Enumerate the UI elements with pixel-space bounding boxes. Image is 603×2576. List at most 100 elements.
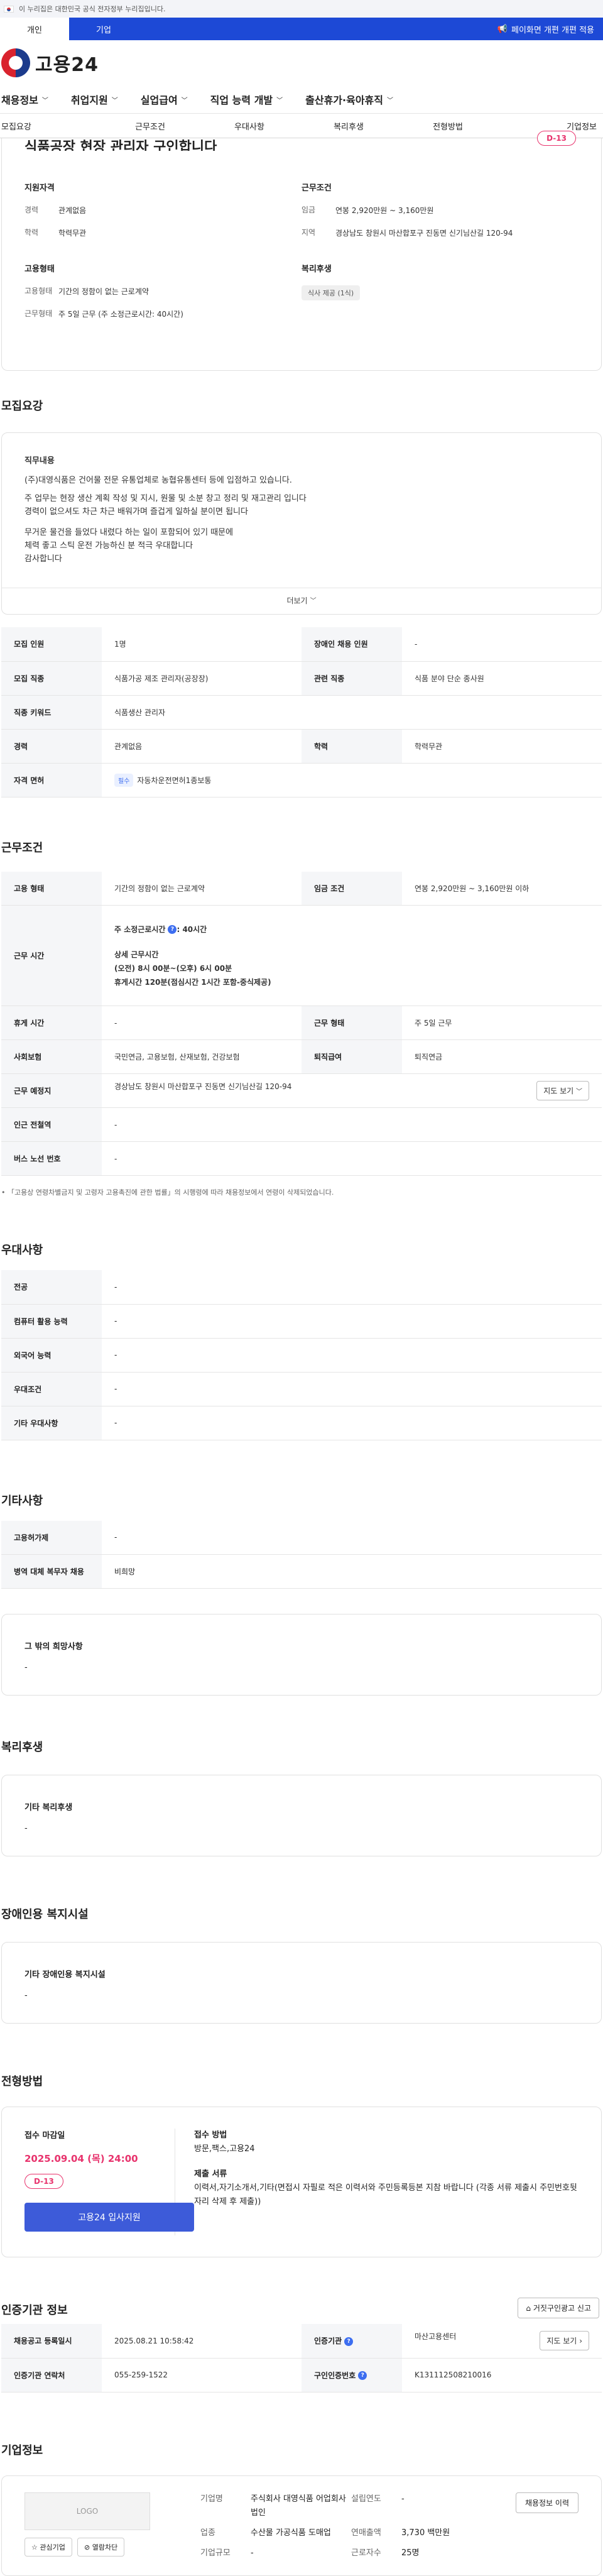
staff-label: 근로자수 <box>351 2548 381 2558</box>
tab-company[interactable]: 기업 <box>69 18 138 40</box>
career-label: 경력 <box>24 206 39 214</box>
cell-value: 식품가공 제조 관리자(공장장) <box>102 661 302 696</box>
welfare-summary-block: 복리후생 식사 제공 (1식) <box>302 262 579 331</box>
apply-button[interactable]: 고용24 입사지원 <box>24 2203 194 2232</box>
cell-value: 1명 <box>102 627 302 662</box>
main-nav: 채용정보 ﹀ 취업지원 ﹀ 실업급여 ﹀ 직업 능력 개발 ﹀ 출산휴가·육아휴직 ﹀ <box>0 85 603 113</box>
cell-header: 버스 노선 번호 <box>1 1141 102 1176</box>
section-title-work: 근무조건 <box>1 841 43 855</box>
cell-value: - <box>102 1520 602 1555</box>
report-fake-ad-button[interactable]: ⌂ 거짓구인광고 신고 <box>518 2298 599 2318</box>
job-summary-card: 식품공장 현장 관리자 구인합니다 D-13 지원자격 경력 관계없음 학력 학력무… <box>1 131 602 371</box>
table-row: 모집 인원 1명 장애인 채용 인원 - <box>1 627 602 662</box>
cell-value: - <box>102 1338 602 1373</box>
cell-value: 식품생산 관리자 <box>102 695 602 730</box>
process-card: 접수 마감일 2025.09.04 (목) 24:00 D-13 고용24 입사… <box>1 2107 602 2257</box>
disabled-facility-label: 기타 장애인용 복지시설 <box>24 1970 106 1980</box>
star-icon: ☆ <box>31 2543 38 2551</box>
cell-value: - <box>102 1406 602 1440</box>
method-label: 접수 방법 <box>194 2130 227 2140</box>
docs-label: 제출 서류 <box>194 2169 227 2179</box>
section-title-etc: 기타사항 <box>1 1494 43 1508</box>
nav-skill-development[interactable]: 직업 능력 개발 ﹀ <box>210 92 283 107</box>
agency-cell: 마산고용센터 지도 보기 › <box>402 2324 602 2359</box>
cell-value: - <box>102 1372 602 1406</box>
age-notice: • 「고용상 연령차별금지 및 고령자 고용촉진에 관한 법률」의 시행령에 따… <box>1 1188 334 1197</box>
nav-employment-support[interactable]: 취업지원 ﹀ <box>71 92 118 107</box>
gov-banner-text: 이 누리집은 대한민국 공식 전자정부 누리집입니다. <box>19 5 166 13</box>
more-label: 더보기 <box>286 596 308 605</box>
cell-value: - <box>402 627 602 662</box>
staff-value: 25명 <box>401 2548 420 2558</box>
info-icon[interactable]: ? <box>358 2371 367 2380</box>
cell-value: - <box>102 1141 602 1176</box>
employment-type-value: 기간의 정함이 없는 근로계약 <box>58 287 149 296</box>
cert-header: 인증기관 정보 ⌂ 거짓구인광고 신고 <box>0 2298 603 2324</box>
cell-header: 고용 형태 <box>1 871 102 906</box>
map-button[interactable]: 지도 보기 ﹀ <box>536 1081 589 1100</box>
cell-header: 병역 대체 복무자 채용 <box>1 1554 102 1589</box>
favorite-label: 관심기업 <box>40 2543 65 2551</box>
anchor-company[interactable]: 기업정보 <box>497 120 603 132</box>
section-title-company: 기업정보 <box>1 2443 43 2457</box>
license-value: 자동차운전면허1종보통 <box>137 776 212 785</box>
table-row: 인증기관 연락처 055-259-1522 구인인증번호? K131112508210… <box>1 2358 602 2392</box>
chevron-down-icon: ﹀ <box>41 97 48 104</box>
section-title-cert: 인증기관 정보 <box>1 2304 68 2317</box>
cell-value: 연봉 2,920만원 ~ 3,160만원 이하 <box>402 871 602 906</box>
info-icon[interactable]: ? <box>168 925 177 934</box>
welfare-card: 기타 복리후생 - <box>1 1775 602 1856</box>
anchor-welfare[interactable]: 복리후생 <box>299 120 398 132</box>
info-icon[interactable]: ? <box>344 2337 354 2346</box>
nav-label: 직업 능력 개발 <box>210 94 273 106</box>
anchor-process[interactable]: 전형방법 <box>398 120 497 132</box>
method-block: 접수 방법 방문,팩스,고용24 제출 서류 이력서,자기소개서,기타(면접시 … <box>175 2129 579 2235</box>
cell-value: 국민연금, 고용보험, 산재보험, 건강보험 <box>102 1039 302 1074</box>
deadline-value: 2025.09.04 (목) 24:00 <box>24 2153 138 2164</box>
table-row: 우대조건 - <box>1 1372 602 1406</box>
cell-header: 휴게 시간 <box>1 1006 102 1040</box>
dday-badge: D-13 <box>537 131 576 146</box>
block-view-button[interactable]: ⊘ 열람차단 <box>77 2537 125 2557</box>
dday-badge: D-13 <box>24 2174 63 2189</box>
table-row: 근무 시간 주 소정근로시간?: 40시간 상세 근무시간 (오전) 8시 00… <box>1 905 602 1006</box>
education-label: 학력 <box>24 228 39 237</box>
cell-header: 학력 <box>302 729 402 764</box>
taegeuk-logo-icon <box>1 48 30 77</box>
duty-line: (주)대영식품은 건어물 전문 유통업체로 농협유통센터 등에 입점하고 있습니… <box>24 476 292 485</box>
cell-header: 퇴직급여 <box>302 1039 402 1074</box>
tab-personal[interactable]: 개인 <box>0 18 69 40</box>
section-title-process: 전형방법 <box>1 2075 43 2088</box>
cell-value: 퇴직연금 <box>402 1039 602 1074</box>
more-button[interactable]: 더보기 ﹀ <box>2 588 601 614</box>
wage-label: 임금 <box>302 206 316 214</box>
industry-value: 수산물 가공식품 도매업 <box>251 2528 331 2538</box>
anchor-preferences[interactable]: 우대사항 <box>200 120 299 132</box>
nav-parental-leave[interactable]: 출산휴가·육아휴직 ﹀ <box>305 92 393 107</box>
chevron-down-icon: ﹀ <box>276 97 283 104</box>
nav-unemployment-benefit[interactable]: 실업급여 ﹀ <box>141 92 188 107</box>
site-logo[interactable]: 고용24 <box>0 40 603 85</box>
hiring-history-button[interactable]: 채용정보 이력 <box>515 2492 579 2513</box>
section-title-welfare: 복리후생 <box>1 1741 43 1754</box>
welfare-pill: 식사 제공 (1식) <box>302 285 361 300</box>
table-row: 외국어 능력 - <box>1 1338 602 1373</box>
nav-job-info[interactable]: 채용정보 ﹀ <box>1 92 48 107</box>
welfare-summary-title: 복리후생 <box>302 265 332 274</box>
recruit-table: 모집 인원 1명 장애인 채용 인원 - 모집 직종 식품가공 제조 관리자(공장장) 관… <box>1 627 602 797</box>
chevron-down-icon: ﹀ <box>386 97 393 104</box>
anchor-recruit[interactable]: 모집요강 <box>1 120 100 132</box>
agency-value: 마산고용센터 <box>415 2332 457 2342</box>
qualification-block: 지원자격 경력 관계없음 학력 학력무관 <box>24 181 302 249</box>
duty-line: 경력이 없으셔도 차근 차근 배워가며 즐겁게 일하실 분이면 됩니다 <box>24 507 248 517</box>
chevron-right-icon: › <box>579 2337 582 2346</box>
map-button[interactable]: 지도 보기 › <box>540 2331 589 2351</box>
cell-value: - <box>102 1107 602 1142</box>
block-icon: ⊘ <box>84 2543 90 2551</box>
favorite-company-button[interactable]: ☆ 관심기업 <box>24 2537 72 2557</box>
layout-notice-label: 페이화면 개편 개편 적용 <box>511 25 594 35</box>
company-name-label: 기업명 <box>200 2494 223 2504</box>
nav-label: 채용정보 <box>1 94 38 106</box>
anchor-work-conditions[interactable]: 근무조건 <box>100 120 200 132</box>
layout-notice-link[interactable]: 📢 페이화면 개편 개편 적용 <box>497 18 594 40</box>
